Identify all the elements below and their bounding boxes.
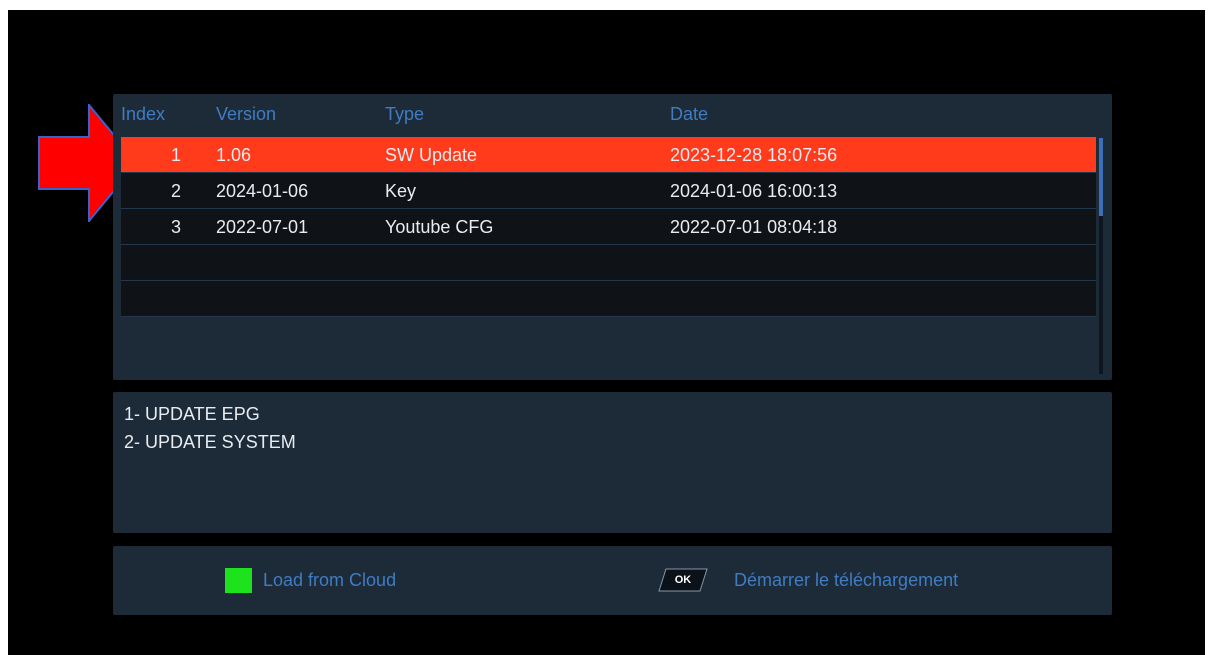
green-key-icon[interactable] bbox=[225, 568, 252, 593]
load-from-cloud-label[interactable]: Load from Cloud bbox=[263, 570, 396, 591]
row-type: Youtube CFG bbox=[385, 217, 494, 237]
list-row-empty[interactable] bbox=[121, 245, 1096, 281]
row-date: 2023-12-28 18:07:56 bbox=[670, 145, 838, 165]
column-header-version: Version bbox=[216, 104, 277, 124]
row-index: 2 bbox=[170, 181, 181, 201]
row-version: 1.06 bbox=[216, 145, 252, 165]
row-type: SW Update bbox=[385, 145, 478, 165]
tv-screen: Index Version Type Date 1 1.06 SW Update… bbox=[8, 10, 1205, 655]
row-version: 2022-07-01 bbox=[216, 217, 309, 237]
list-row-selected[interactable]: 1 1.06 SW Update 2023-12-28 18:07:56 bbox=[121, 137, 1096, 173]
update-list-panel: Index Version Type Date 1 1.06 SW Update… bbox=[113, 94, 1112, 380]
list-row[interactable]: 2 2024-01-06 Key 2024-01-06 16:00:13 bbox=[121, 173, 1096, 209]
column-header-type: Type bbox=[385, 104, 425, 124]
column-header-date: Date bbox=[670, 104, 709, 124]
list-row[interactable]: 3 2022-07-01 Youtube CFG 2022-07-01 08:0… bbox=[121, 209, 1096, 245]
footer-key-hints: Load from Cloud OK Démarrer le télécharg… bbox=[113, 546, 1112, 615]
info-line-1: 1- UPDATE EPG bbox=[124, 404, 260, 424]
update-list: 1 1.06 SW Update 2023-12-28 18:07:56 2 2… bbox=[121, 137, 1096, 317]
scrollbar-thumb[interactable] bbox=[1099, 138, 1103, 216]
row-type: Key bbox=[385, 181, 417, 201]
row-index: 1 bbox=[170, 145, 181, 165]
ok-key-text: OK bbox=[674, 574, 692, 586]
info-panel: 1- UPDATE EPG 2- UPDATE SYSTEM bbox=[113, 392, 1112, 533]
row-date: 2022-07-01 08:04:18 bbox=[670, 217, 838, 237]
row-date: 2024-01-06 16:00:13 bbox=[670, 181, 838, 201]
info-line-2: 2- UPDATE SYSTEM bbox=[124, 432, 296, 452]
start-download-label[interactable]: Démarrer le téléchargement bbox=[734, 570, 958, 591]
list-row-empty[interactable] bbox=[121, 281, 1096, 317]
column-header-index: Index bbox=[121, 104, 166, 124]
ok-key-icon[interactable]: OK bbox=[658, 568, 708, 592]
list-header: Index Version Type Date bbox=[113, 94, 1112, 136]
row-version: 2024-01-06 bbox=[216, 181, 309, 201]
list-scrollbar[interactable] bbox=[1099, 138, 1103, 374]
row-index: 3 bbox=[170, 217, 181, 237]
